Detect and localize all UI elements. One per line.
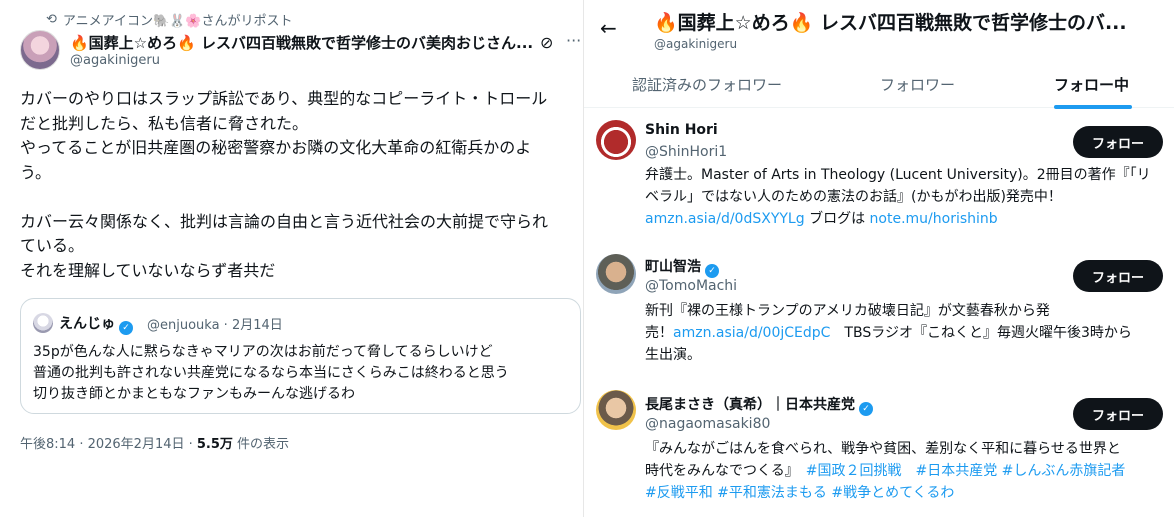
bio-hashtags[interactable]: #反戦平和 #平和憲法まもる #戦争とめてくるわ bbox=[645, 482, 1165, 504]
grok-icon[interactable]: ⊘ bbox=[540, 33, 553, 52]
author-avatar[interactable] bbox=[20, 30, 60, 70]
tweet-line: やってることが旧共産圏の秘密警察かお隣の文化大革命の紅衛兵かのよ bbox=[20, 138, 532, 157]
follow-button[interactable]: フォロー bbox=[1073, 126, 1163, 158]
tab-verified-followers[interactable]: 認証済みのフォロワー bbox=[632, 74, 782, 95]
tweet-line: カバー云々関係なく、批判は言論の自由と言う近代社会の大前提で守られ bbox=[20, 211, 549, 231]
bio-line: 新刊『裸の王様トランプのアメリカ破壊日記』が文藝春秋から発 bbox=[645, 303, 1050, 319]
quoted-tweet[interactable]: えんじゅ ✓ @enjuouka · 2月14日 35pが色んな人に黙らなきゃマリ… bbox=[20, 298, 581, 414]
bio-line: ベラル」ではない人のための憲法のお話』(かもがわ出版)発売中！ bbox=[645, 189, 1062, 205]
verified-badge-icon: ✓ bbox=[119, 321, 133, 335]
follow-tabs: 認証済みのフォロワー フォロワー フォロー中 bbox=[584, 64, 1174, 109]
quote-author[interactable]: えんじゅ ✓ bbox=[59, 313, 133, 335]
bio-line: 生出演。 bbox=[645, 347, 701, 363]
tweet-line: う。 bbox=[20, 162, 52, 182]
verified-badge-icon: ✓ bbox=[859, 402, 873, 416]
user-bio: 新刊『裸の王様トランプのアメリカ破壊日記』が文藝春秋から発 売！amzn.asi… bbox=[645, 300, 1165, 366]
active-tab-indicator bbox=[1054, 105, 1132, 109]
bio-line: 売！amzn.asia/d/00jCEdpC TBSラジオ『こねくと』毎週火曜午… bbox=[645, 322, 1165, 344]
user-name[interactable]: 町山智浩 ✓ bbox=[645, 256, 719, 278]
user-avatar[interactable] bbox=[596, 390, 636, 430]
tweet-line bbox=[20, 185, 582, 210]
tweet-panel: ⟲ アニメアイコン🐘🐰🌸さんがリポスト 🔥国葬上☆めろ🔥 レスバ四百戦無敗で哲学… bbox=[0, 0, 583, 517]
user-name[interactable]: Shin Hori bbox=[645, 122, 718, 138]
views-label: 件の表示 bbox=[232, 437, 290, 452]
bio-line: 時代をみんなでつくる』 #国政２回挑戦 #日本共産党 #しんぶん赤旗記者 bbox=[645, 460, 1165, 482]
follow-button[interactable]: フォロー bbox=[1073, 398, 1163, 430]
user-name[interactable]: 長尾まさき（真希）｜日本共産党 ✓ bbox=[645, 394, 873, 416]
bio-text: TBSラジオ『こねくと』毎週火曜午後3時から bbox=[830, 325, 1132, 341]
repost-indicator[interactable]: ⟲ アニメアイコン🐘🐰🌸さんがリポスト bbox=[46, 10, 293, 29]
bio-link[interactable]: note.mu/horishinb bbox=[870, 211, 998, 227]
bio-link[interactable]: amzn.asia/d/00jCEdpC bbox=[673, 325, 830, 341]
views-count: 5.5万 bbox=[196, 437, 233, 452]
tweet-line: カバーのやり口はスラップ訴訟であり、典型的なコピーライト・トロール bbox=[20, 89, 548, 108]
quote-line: 普通の批判も許されない共産党になるなら本当にさくらみこは終わると思う bbox=[33, 365, 509, 381]
quote-line: 35pが色んな人に黙らなきゃマリアの次はお前だって脅してるらしいけど bbox=[33, 344, 493, 360]
tweet-line: ている。 bbox=[20, 236, 85, 255]
author-name[interactable]: 🔥国葬上☆めろ🔥 レスバ四百戦無敗で哲学修士のバ美肉おじさん... bbox=[70, 32, 532, 53]
user-bio: 弁護士。Master of Arts in Theology (Lucent U… bbox=[645, 164, 1165, 230]
timestamp-text[interactable]: 午後8:14 · 2026年2月14日 · bbox=[20, 437, 197, 452]
quote-author-name: えんじゅ bbox=[59, 316, 115, 332]
user-name-text: 長尾まさき（真希）｜日本共産党 bbox=[645, 397, 855, 413]
bio-text: 時代をみんなでつくる』 bbox=[645, 463, 806, 479]
more-icon[interactable]: ··· bbox=[566, 31, 581, 50]
profile-handle: @agakinigeru bbox=[654, 37, 738, 51]
repost-icon: ⟲ bbox=[46, 12, 57, 27]
user-handle[interactable]: @TomoMachi bbox=[645, 278, 737, 294]
user-avatar[interactable] bbox=[596, 254, 636, 294]
tab-followers[interactable]: フォロワー bbox=[880, 74, 955, 95]
back-arrow-icon[interactable]: ← bbox=[600, 16, 617, 40]
bio-hashtags[interactable]: #国政２回挑戦 #日本共産党 #しんぶん赤旗記者 bbox=[806, 463, 1126, 479]
user-handle[interactable]: @ShinHori1 bbox=[645, 144, 727, 160]
user-bio: 『みんながごはんを食べられ、戦争や貧困、差別なく平和に暮らせる世界と 時代をみん… bbox=[645, 438, 1165, 504]
quote-handle-date[interactable]: @enjuouka · 2月14日 bbox=[147, 314, 283, 333]
quote-line: 切り抜き師とかまともなファンもみーんな逃げるわ bbox=[33, 386, 355, 402]
tweet-timestamp: 午後8:14 · 2026年2月14日 · 5.5万 件の表示 bbox=[20, 433, 289, 452]
bio-text: 売！ bbox=[645, 325, 673, 341]
quote-text: 35pが色んな人に黙らなきゃマリアの次はお前だって脅してるらしいけど 普通の批判… bbox=[33, 342, 509, 405]
bio-line: amzn.asia/d/0dSXYYLg ブログは note.mu/horish… bbox=[645, 208, 1165, 230]
tweet-line: それを理解していないならず者共だ bbox=[20, 260, 276, 280]
repost-label: アニメアイコン🐘🐰🌸さんがリポスト bbox=[62, 14, 293, 29]
following-panel: ← 🔥国葬上☆めろ🔥 レスバ四百戦無敗で哲学修士のバ... @agakinige… bbox=[583, 0, 1174, 517]
tweet-line: だと批判したら、私も信者に脅された。 bbox=[20, 113, 309, 133]
bio-link[interactable]: amzn.asia/d/0dSXYYLg bbox=[645, 211, 805, 227]
user-name-text: 町山智浩 bbox=[645, 259, 701, 275]
follow-button[interactable]: フォロー bbox=[1073, 260, 1163, 292]
quote-avatar[interactable] bbox=[33, 313, 53, 333]
bio-text: ブログは bbox=[804, 211, 870, 227]
tab-following[interactable]: フォロー中 bbox=[1054, 74, 1129, 95]
author-handle[interactable]: @agakinigeru bbox=[70, 53, 160, 68]
profile-title: 🔥国葬上☆めろ🔥 レスバ四百戦無敗で哲学修士のバ... bbox=[654, 12, 1127, 34]
user-avatar[interactable] bbox=[596, 120, 636, 160]
tweet-text: カバーのやり口はスラップ訴訟であり、典型的なコピーライト・トロール だと批判した… bbox=[20, 87, 582, 283]
bio-line: 『みんながごはんを食べられ、戦争や貧困、差別なく平和に暮らせる世界と bbox=[645, 441, 1121, 457]
verified-badge-icon: ✓ bbox=[705, 264, 719, 278]
user-handle[interactable]: @nagaomasaki80 bbox=[645, 416, 770, 432]
bio-line: 弁護士。Master of Arts in Theology (Lucent U… bbox=[645, 167, 1151, 183]
